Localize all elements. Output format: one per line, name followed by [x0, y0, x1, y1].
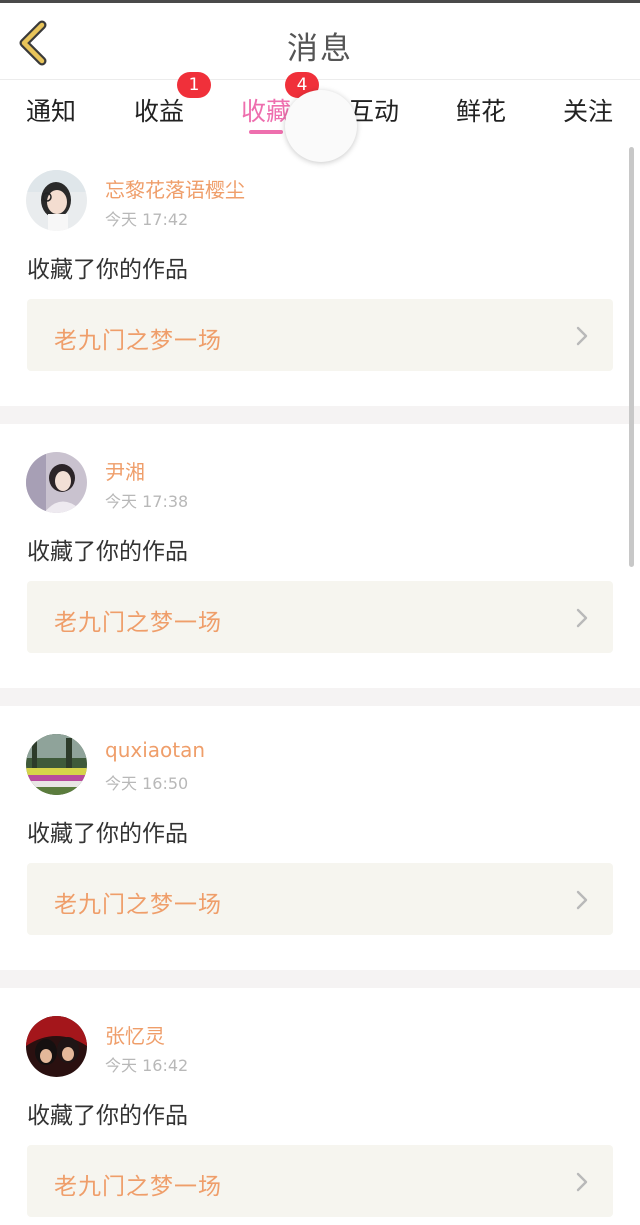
- username[interactable]: 张忆灵: [105, 1020, 165, 1049]
- touch-indicator: [285, 90, 357, 162]
- tab-flowers[interactable]: 鲜花: [456, 92, 506, 128]
- tab-earnings[interactable]: 收益: [134, 92, 184, 128]
- action-text: 收藏了你的作品: [27, 257, 188, 283]
- active-tab-indicator: [249, 130, 283, 134]
- divider: [0, 970, 640, 988]
- work-title: 老九门之梦一场: [54, 1174, 222, 1200]
- chevron-right-icon: [576, 326, 588, 346]
- divider: [0, 688, 640, 706]
- action-text: 收藏了你的作品: [27, 821, 188, 847]
- work-title: 老九门之梦一场: [54, 892, 222, 918]
- timestamp: 今天 17:38: [105, 492, 189, 511]
- timestamp: 今天 16:42: [105, 1056, 189, 1075]
- list-item: 张忆灵 今天 16:42 收藏了你的作品 老九门之梦一场: [0, 988, 640, 1225]
- list-item: quxiaotan 今天 16:50 收藏了你的作品 老九门之梦一场: [0, 706, 640, 970]
- tab-follows[interactable]: 关注: [563, 92, 613, 128]
- username[interactable]: quxiaotan: [105, 738, 205, 762]
- username[interactable]: 尹湘: [105, 456, 145, 485]
- top-bar: 消息: [0, 3, 640, 80]
- chevron-right-icon: [576, 890, 588, 910]
- tab-notifications[interactable]: 通知: [26, 92, 76, 128]
- avatar[interactable]: [26, 170, 87, 231]
- timestamp: 今天 16:50: [105, 774, 189, 793]
- scrollbar[interactable]: [629, 147, 634, 567]
- earnings-badge: 1: [177, 72, 211, 98]
- timestamp: 今天 17:42: [105, 210, 189, 229]
- work-link[interactable]: 老九门之梦一场: [27, 581, 613, 653]
- work-link[interactable]: 老九门之梦一场: [27, 1145, 613, 1217]
- username[interactable]: 忘黎花落语樱尘: [105, 174, 245, 203]
- list-item: 忘黎花落语樱尘 今天 17:42 收藏了你的作品 老九门之梦一场: [0, 142, 640, 406]
- avatar[interactable]: [26, 734, 87, 795]
- work-title: 老九门之梦一场: [54, 610, 222, 636]
- chevron-right-icon: [576, 1172, 588, 1192]
- avatar[interactable]: [26, 452, 87, 513]
- action-text: 收藏了你的作品: [27, 1103, 188, 1129]
- page-title: 消息: [287, 31, 353, 67]
- action-text: 收藏了你的作品: [27, 539, 188, 565]
- message-list: 忘黎花落语樱尘 今天 17:42 收藏了你的作品 老九门之梦一场 尹湘 今天 1…: [0, 142, 640, 1225]
- avatar[interactable]: [26, 1016, 87, 1077]
- chevron-right-icon: [576, 608, 588, 628]
- work-title: 老九门之梦一场: [54, 328, 222, 354]
- divider: [0, 406, 640, 424]
- tab-favorites[interactable]: 收藏: [241, 92, 291, 128]
- list-item: 尹湘 今天 17:38 收藏了你的作品 老九门之梦一场: [0, 424, 640, 688]
- work-link[interactable]: 老九门之梦一场: [27, 863, 613, 935]
- work-link[interactable]: 老九门之梦一场: [27, 299, 613, 371]
